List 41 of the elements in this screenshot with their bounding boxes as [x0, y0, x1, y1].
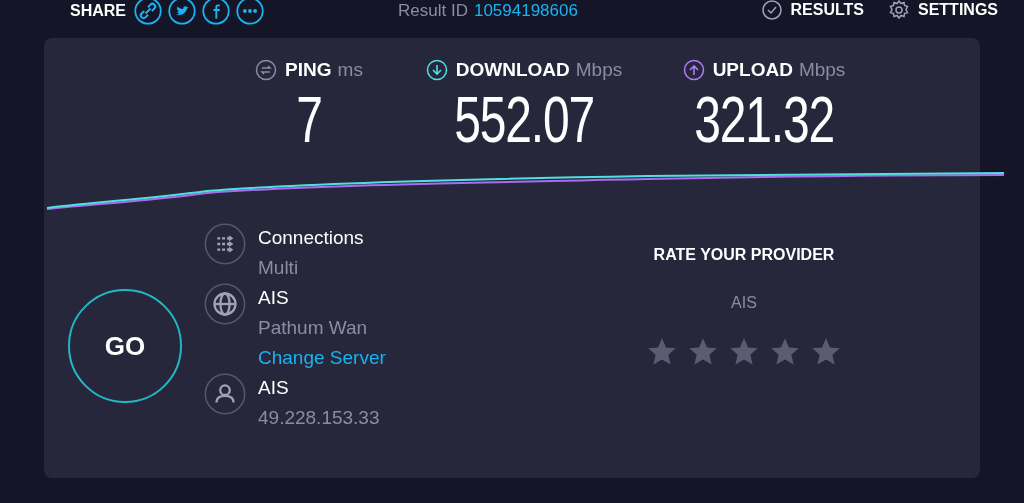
metric-value: 552.07	[454, 84, 594, 155]
metric-label: DOWNLOAD	[455, 58, 570, 82]
go-button[interactable]: GO	[68, 289, 182, 403]
star-icon[interactable]	[729, 337, 759, 367]
change-server-link[interactable]: Change Server	[258, 347, 386, 369]
metric-unit: Mbps	[798, 58, 846, 82]
info-detail: 49.228.153.33	[258, 407, 380, 429]
metric-unit: Mbps	[575, 58, 623, 82]
ping-icon	[255, 59, 278, 82]
metric-value: 321.32	[694, 84, 834, 155]
info-detail: Multi	[258, 257, 300, 279]
metric-value: 7	[296, 84, 322, 155]
star-icon[interactable]	[688, 337, 718, 367]
result-id-label: Result ID	[398, 0, 468, 22]
download-icon	[425, 59, 448, 82]
bird-icon[interactable]	[168, 0, 196, 25]
metric-label: PING	[285, 58, 332, 82]
more-icon[interactable]	[236, 0, 264, 25]
user-icon	[204, 373, 246, 415]
globe-icon	[204, 283, 246, 325]
nav-link[interactable]: RESULTS	[760, 0, 864, 22]
star-icon[interactable]	[811, 337, 841, 367]
nav-link[interactable]: SETTINGS	[888, 0, 998, 22]
provider-name: AIS	[731, 293, 757, 313]
info-title: AIS	[258, 287, 290, 309]
check-icon	[760, 0, 783, 21]
settings-icon	[888, 0, 910, 21]
star-icon[interactable]	[770, 337, 800, 367]
link-icon[interactable]	[134, 0, 162, 25]
rating-title: RATE YOUR PROVIDER	[653, 245, 835, 265]
metric-label: UPLOAD	[712, 58, 793, 82]
info-title: Connections	[258, 227, 364, 249]
share-label: SHARE	[70, 1, 126, 21]
info-detail: Pathum Wan	[258, 317, 369, 339]
info-title: AIS	[258, 377, 290, 399]
facebook-icon[interactable]	[202, 0, 230, 25]
upload-icon	[682, 59, 705, 82]
result-id-link[interactable]: 10594198606	[473, 0, 578, 24]
star-icon[interactable]	[647, 337, 677, 367]
connections-icon	[204, 223, 246, 265]
metric-unit: ms	[337, 58, 363, 82]
